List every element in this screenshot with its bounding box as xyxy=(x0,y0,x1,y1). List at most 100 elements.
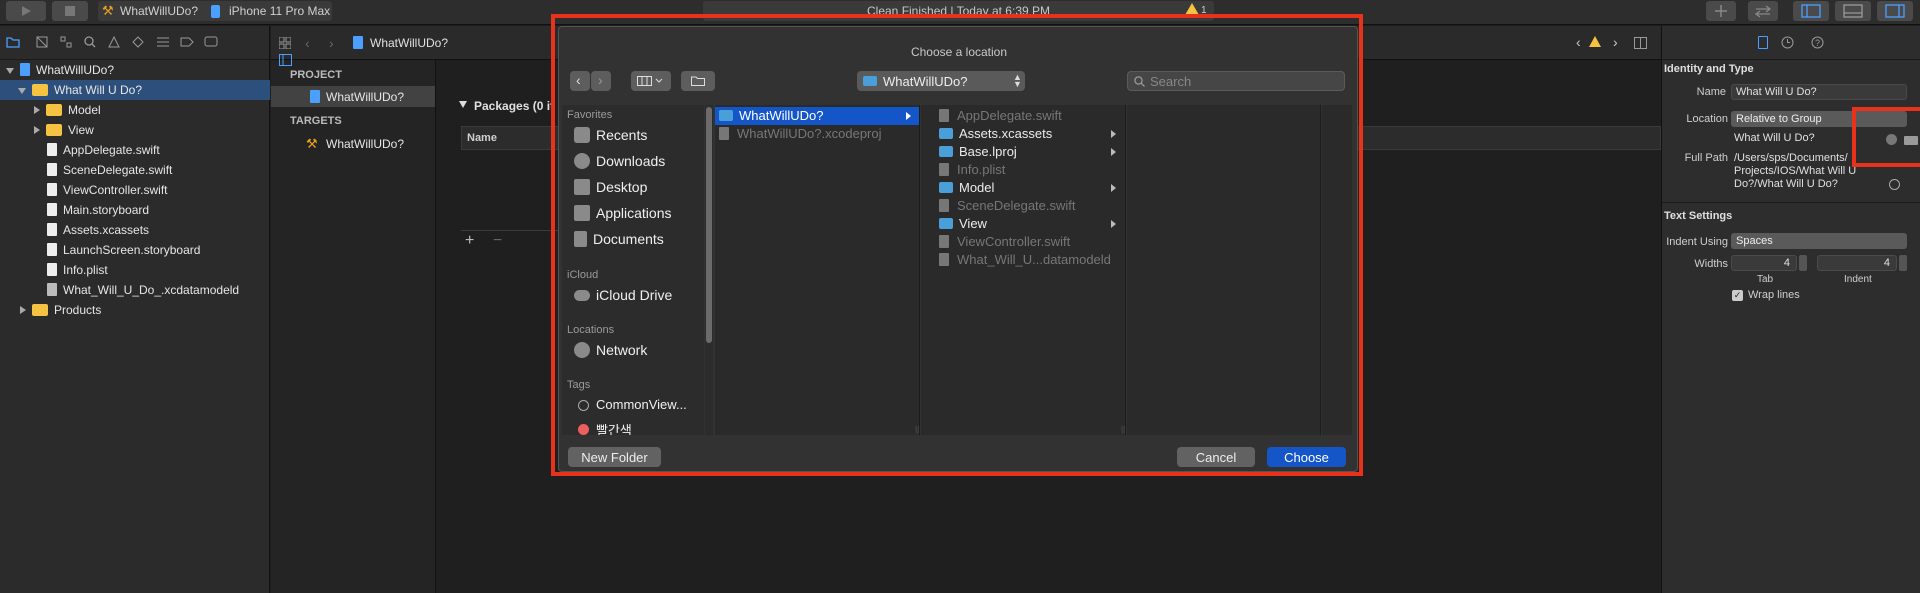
nav-item-assets[interactable]: Assets.xcassets xyxy=(47,220,149,240)
breadcrumb[interactable]: WhatWillUDo? xyxy=(370,36,448,50)
fullpath-line-1: /Users/sps/Documents/ xyxy=(1734,152,1848,164)
indent-width-field[interactable]: 4 xyxy=(1817,255,1897,271)
identity-section-title: Identity and Type xyxy=(1664,63,1754,75)
nav-item-launchscreen[interactable]: LaunchScreen.storyboard xyxy=(47,240,200,260)
indent-using-popup[interactable]: Spaces xyxy=(1731,233,1907,249)
forward-arrow-icon[interactable]: › xyxy=(329,35,334,51)
device-name[interactable]: iPhone 11 Pro Max xyxy=(229,4,330,18)
help-icon[interactable]: ? xyxy=(1811,36,1824,49)
add-package-button[interactable]: + xyxy=(465,232,474,250)
iphone-icon xyxy=(211,5,220,18)
project-navigator: WhatWillUDo? What Will U Do? Model View … xyxy=(0,26,270,593)
reveal-in-finder-icon[interactable] xyxy=(1889,179,1900,190)
tab-width-stepper[interactable] xyxy=(1799,255,1807,271)
project-header: PROJECT xyxy=(290,69,342,81)
inspector-tab-bar: ? xyxy=(1662,26,1920,60)
scheme-name: WhatWillUDo? xyxy=(120,4,199,18)
name-field[interactable]: What Will U Do? xyxy=(1731,84,1907,100)
nav-root-row[interactable]: WhatWillUDo? xyxy=(6,60,270,80)
indent-width-stepper[interactable] xyxy=(1899,255,1907,271)
swift-file-icon xyxy=(47,143,57,156)
plist-file-icon xyxy=(47,263,57,276)
prev-issue-icon[interactable]: ‹ xyxy=(1576,34,1581,50)
grid-icon[interactable] xyxy=(279,37,291,49)
nav-group-row[interactable]: What Will U Do? xyxy=(0,80,270,100)
split-editor-icon[interactable] xyxy=(1634,37,1647,49)
assets-file-icon xyxy=(47,223,57,236)
breakpoint-icon[interactable] xyxy=(180,36,194,48)
nav-item-scenedelegate[interactable]: SceneDelegate.swift xyxy=(47,160,172,180)
navigator-tab-bar xyxy=(0,26,269,60)
sidebar-toggle-icon[interactable] xyxy=(279,54,292,66)
name-column-header[interactable]: Name xyxy=(467,132,497,144)
nav-item-infoplist[interactable]: Info.plist xyxy=(47,260,108,280)
nav-item-products[interactable]: Products xyxy=(20,300,101,320)
swift-file-icon xyxy=(47,163,57,176)
disclosure-closed-icon[interactable] xyxy=(34,106,40,114)
targets-header: TARGETS xyxy=(290,115,342,127)
nav-item-viewcontroller[interactable]: ViewController.swift xyxy=(47,180,167,200)
file-inspector-icon[interactable] xyxy=(1758,36,1768,49)
disclosure-closed-icon[interactable] xyxy=(34,126,40,134)
swift-file-icon xyxy=(47,183,57,196)
folder-icon xyxy=(32,304,48,316)
project-target-list: PROJECT WhatWillUDo? TARGETS ⚒ WhatWillU… xyxy=(271,54,436,593)
search-icon[interactable] xyxy=(84,36,96,48)
fullpath-line-3: Do?/What Will U Do? xyxy=(1734,178,1838,190)
packages-title: Packages (0 it xyxy=(474,99,555,113)
toggle-navigator-button[interactable] xyxy=(1793,1,1829,21)
indent-using-label: Indent Using xyxy=(1666,236,1728,248)
toggle-inspector-button[interactable] xyxy=(1877,1,1913,21)
code-review-button[interactable] xyxy=(1748,1,1778,21)
disclosure-open-icon[interactable] xyxy=(6,68,14,74)
project-icon xyxy=(20,63,30,76)
source-control-icon[interactable] xyxy=(36,36,48,48)
nav-item-main-storyboard[interactable]: Main.storyboard xyxy=(47,200,149,220)
location-path: What Will U Do? xyxy=(1734,132,1815,144)
back-arrow-icon[interactable]: ‹ xyxy=(305,35,310,51)
run-button[interactable] xyxy=(6,1,46,21)
target-item-row[interactable]: ⚒ WhatWillUDo? xyxy=(271,133,435,154)
disclosure-open-icon[interactable] xyxy=(459,101,467,108)
symbol-icon[interactable] xyxy=(60,36,72,48)
text-settings-title: Text Settings xyxy=(1664,210,1733,222)
folder-icon xyxy=(46,104,62,116)
issue-icon[interactable] xyxy=(108,36,120,48)
disclosure-closed-icon[interactable] xyxy=(20,306,26,314)
annotation-highlight-folder-button xyxy=(1852,107,1920,167)
nav-item-appdelegate[interactable]: AppDelegate.swift xyxy=(47,140,160,160)
folder-icon xyxy=(32,84,48,96)
divider xyxy=(1662,202,1920,203)
nav-item-model[interactable]: Model xyxy=(34,100,101,120)
next-issue-icon[interactable]: › xyxy=(1613,34,1618,50)
folder-icon[interactable] xyxy=(6,36,20,48)
storyboard-file-icon xyxy=(47,203,57,216)
library-button[interactable] xyxy=(1706,1,1736,21)
nav-item-view[interactable]: View xyxy=(34,120,94,140)
report-icon[interactable] xyxy=(204,36,218,48)
toggle-debug-button[interactable] xyxy=(1835,1,1871,21)
warning-icon[interactable] xyxy=(1589,36,1601,47)
location-label: Location xyxy=(1686,113,1728,125)
wrap-lines-label: Wrap lines xyxy=(1748,289,1800,301)
disclosure-open-icon[interactable] xyxy=(18,88,26,94)
history-icon[interactable] xyxy=(1781,36,1794,49)
project-icon xyxy=(310,90,320,103)
app-target-icon: ⚒ xyxy=(306,136,318,151)
xcode-app-icon: ⚒ xyxy=(102,3,114,18)
folder-icon xyxy=(46,124,62,136)
widths-label: Widths xyxy=(1694,258,1728,270)
remove-package-button[interactable]: − xyxy=(493,232,502,250)
annotation-highlight-dialog xyxy=(551,14,1363,476)
project-item-row[interactable]: WhatWillUDo? xyxy=(271,86,435,107)
stop-button[interactable] xyxy=(52,1,88,21)
indent-caption: Indent xyxy=(1844,274,1872,285)
wrap-lines-checkbox[interactable]: ✓ xyxy=(1732,290,1743,301)
nav-item-datamodel[interactable]: What_Will_U_Do_.xcdatamodeld xyxy=(47,280,239,300)
tab-caption: Tab xyxy=(1757,274,1774,285)
tab-width-field[interactable]: 4 xyxy=(1731,255,1797,271)
datamodel-file-icon xyxy=(47,283,57,296)
test-icon[interactable] xyxy=(132,36,144,48)
storyboard-file-icon xyxy=(47,243,57,256)
debug-icon[interactable] xyxy=(156,36,170,48)
